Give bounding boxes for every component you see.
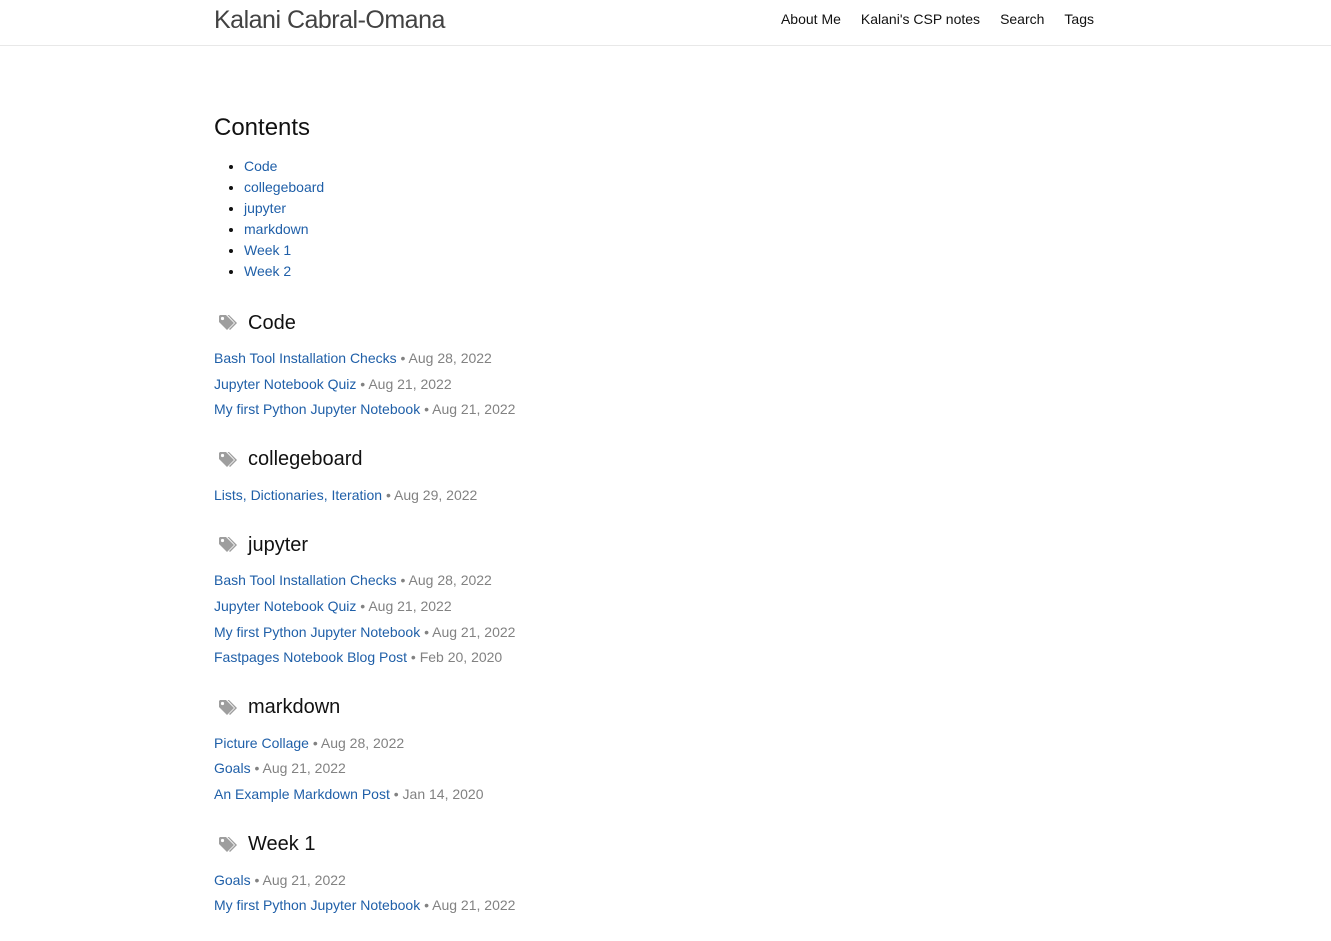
tag-section-week-1: Week 1 Goals • Aug 21, 2022 My first Pyt… <box>214 830 1094 919</box>
post-link[interactable]: Bash Tool Installation Checks <box>214 350 397 366</box>
post-row: Picture Collage • Aug 28, 2022 <box>214 731 1094 757</box>
post-date: Aug 28, 2022 <box>408 572 492 589</box>
post-link[interactable]: Jupyter Notebook Quiz <box>214 376 356 392</box>
contents-link-week-1[interactable]: Week 1 <box>244 242 291 258</box>
nav-link-search[interactable]: Search <box>1000 11 1044 27</box>
tag-section-collegeboard: collegeboard Lists, Dictionaries, Iterat… <box>214 445 1094 509</box>
contents-item: Week 2 <box>244 261 1094 282</box>
tag-heading: markdown <box>214 693 1094 723</box>
contents-item: markdown <box>244 219 1094 240</box>
contents-item: jupyter <box>244 198 1094 219</box>
post-separator: • <box>250 871 263 888</box>
contents-link-code[interactable]: Code <box>244 158 277 174</box>
post-date: Aug 28, 2022 <box>408 350 492 366</box>
tags-icon <box>219 451 237 467</box>
post-date: Aug 21, 2022 <box>262 871 346 888</box>
post-row: Fastpages Notebook Blog Post • Feb 20, 2… <box>214 645 1094 671</box>
post-separator: • <box>356 597 369 614</box>
post-date: Aug 29, 2022 <box>394 486 478 503</box>
post-separator: • <box>250 760 263 777</box>
tag-heading: jupyter <box>214 530 1094 560</box>
post-separator: • <box>396 572 409 589</box>
tag-name: Code <box>248 311 296 334</box>
tags-icon <box>219 699 237 715</box>
nav-link-about-me[interactable]: About Me <box>781 11 841 27</box>
post-date: Feb 20, 2020 <box>419 649 503 666</box>
site-header: Kalani Cabral-Omana About Me Kalani's CS… <box>0 0 1331 46</box>
post-date: Aug 21, 2022 <box>368 375 452 392</box>
page-content: Contents Code collegeboard jupyter markd… <box>214 112 1094 941</box>
post-separator: • <box>308 734 321 751</box>
post-date: Aug 21, 2022 <box>262 760 346 777</box>
tags-icon <box>219 537 237 553</box>
post-row: Jupyter Notebook Quiz • Aug 21, 2022 <box>214 594 1094 620</box>
post-link[interactable]: My first Python Jupyter Notebook <box>214 401 420 417</box>
tag-name: markdown <box>248 696 341 719</box>
contents-item: Code <box>244 156 1094 177</box>
tag-name: Week 1 <box>248 833 316 856</box>
contents-link-jupyter[interactable]: jupyter <box>244 200 286 216</box>
post-row: An Example Markdown Post • Jan 14, 2020 <box>214 782 1094 808</box>
post-separator: • <box>407 649 420 666</box>
tag-heading: Code <box>214 308 1094 338</box>
tags-icon <box>219 836 237 852</box>
contents-link-week-2[interactable]: Week 2 <box>244 263 291 279</box>
tags-icon <box>219 315 237 330</box>
tag-name: collegeboard <box>248 448 363 471</box>
post-separator: • <box>396 350 409 366</box>
contents-list: Code collegeboard jupyter markdown Week … <box>214 156 1094 282</box>
post-row: Lists, Dictionaries, Iteration • Aug 29,… <box>214 483 1094 509</box>
contents-link-markdown[interactable]: markdown <box>244 221 309 237</box>
contents-link-collegeboard[interactable]: collegeboard <box>244 179 324 195</box>
post-date: Aug 21, 2022 <box>432 401 516 418</box>
post-separator: • <box>356 375 369 392</box>
post-separator: • <box>389 785 403 802</box>
post-link[interactable]: Fastpages Notebook Blog Post <box>214 649 407 665</box>
nav-link-csp-notes[interactable]: Kalani's CSP notes <box>861 11 980 27</box>
post-row: My first Python Jupyter Notebook • Aug 2… <box>214 893 1094 919</box>
site-nav: About Me Kalani's CSP notes Search Tags <box>781 11 1094 27</box>
post-separator: • <box>420 401 433 418</box>
tag-section-markdown: markdown Picture Collage • Aug 28, 2022 … <box>214 693 1094 808</box>
post-link[interactable]: Bash Tool Installation Checks <box>214 572 397 588</box>
nav-link-tags[interactable]: Tags <box>1064 11 1094 27</box>
post-link[interactable]: My first Python Jupyter Notebook <box>214 624 420 640</box>
tag-heading: Week 1 <box>214 830 1094 860</box>
post-link[interactable]: Goals <box>214 872 251 888</box>
contents-item: collegeboard <box>244 177 1094 198</box>
contents-title: Contents <box>214 114 311 141</box>
post-date: Aug 21, 2022 <box>432 623 516 640</box>
site-title-link[interactable]: Kalani Cabral-Omana <box>214 6 445 35</box>
post-row: My first Python Jupyter Notebook • Aug 2… <box>214 397 1094 423</box>
contents-item: Week 1 <box>244 240 1094 261</box>
tag-name: jupyter <box>248 533 309 556</box>
tag-heading: collegeboard <box>214 445 1094 475</box>
post-separator: • <box>420 623 433 640</box>
post-row: Goals • Aug 21, 2022 <box>214 868 1094 894</box>
post-row: Bash Tool Installation Checks • Aug 28, … <box>214 568 1094 594</box>
post-date: Aug 28, 2022 <box>320 734 405 751</box>
post-date: Aug 21, 2022 <box>368 597 452 614</box>
post-link[interactable]: Jupyter Notebook Quiz <box>214 598 356 614</box>
post-link[interactable]: Lists, Dictionaries, Iteration <box>214 487 382 503</box>
post-link[interactable]: An Example Markdown Post <box>214 786 390 802</box>
post-link[interactable]: Goals <box>214 760 251 776</box>
post-row: Bash Tool Installation Checks • Aug 28, … <box>214 346 1094 372</box>
tag-section-code: Code Bash Tool Installation Checks • Aug… <box>214 308 1094 423</box>
post-row: My first Python Jupyter Notebook • Aug 2… <box>214 620 1094 646</box>
post-row: Jupyter Notebook Quiz • Aug 21, 2022 <box>214 372 1094 398</box>
post-link[interactable]: Picture Collage <box>214 735 309 751</box>
post-row: Goals • Aug 21, 2022 <box>214 756 1094 782</box>
post-date: Jan 14, 2020 <box>402 785 484 802</box>
post-separator: • <box>382 486 394 503</box>
tag-section-jupyter: jupyter Bash Tool Installation Checks • … <box>214 530 1094 670</box>
